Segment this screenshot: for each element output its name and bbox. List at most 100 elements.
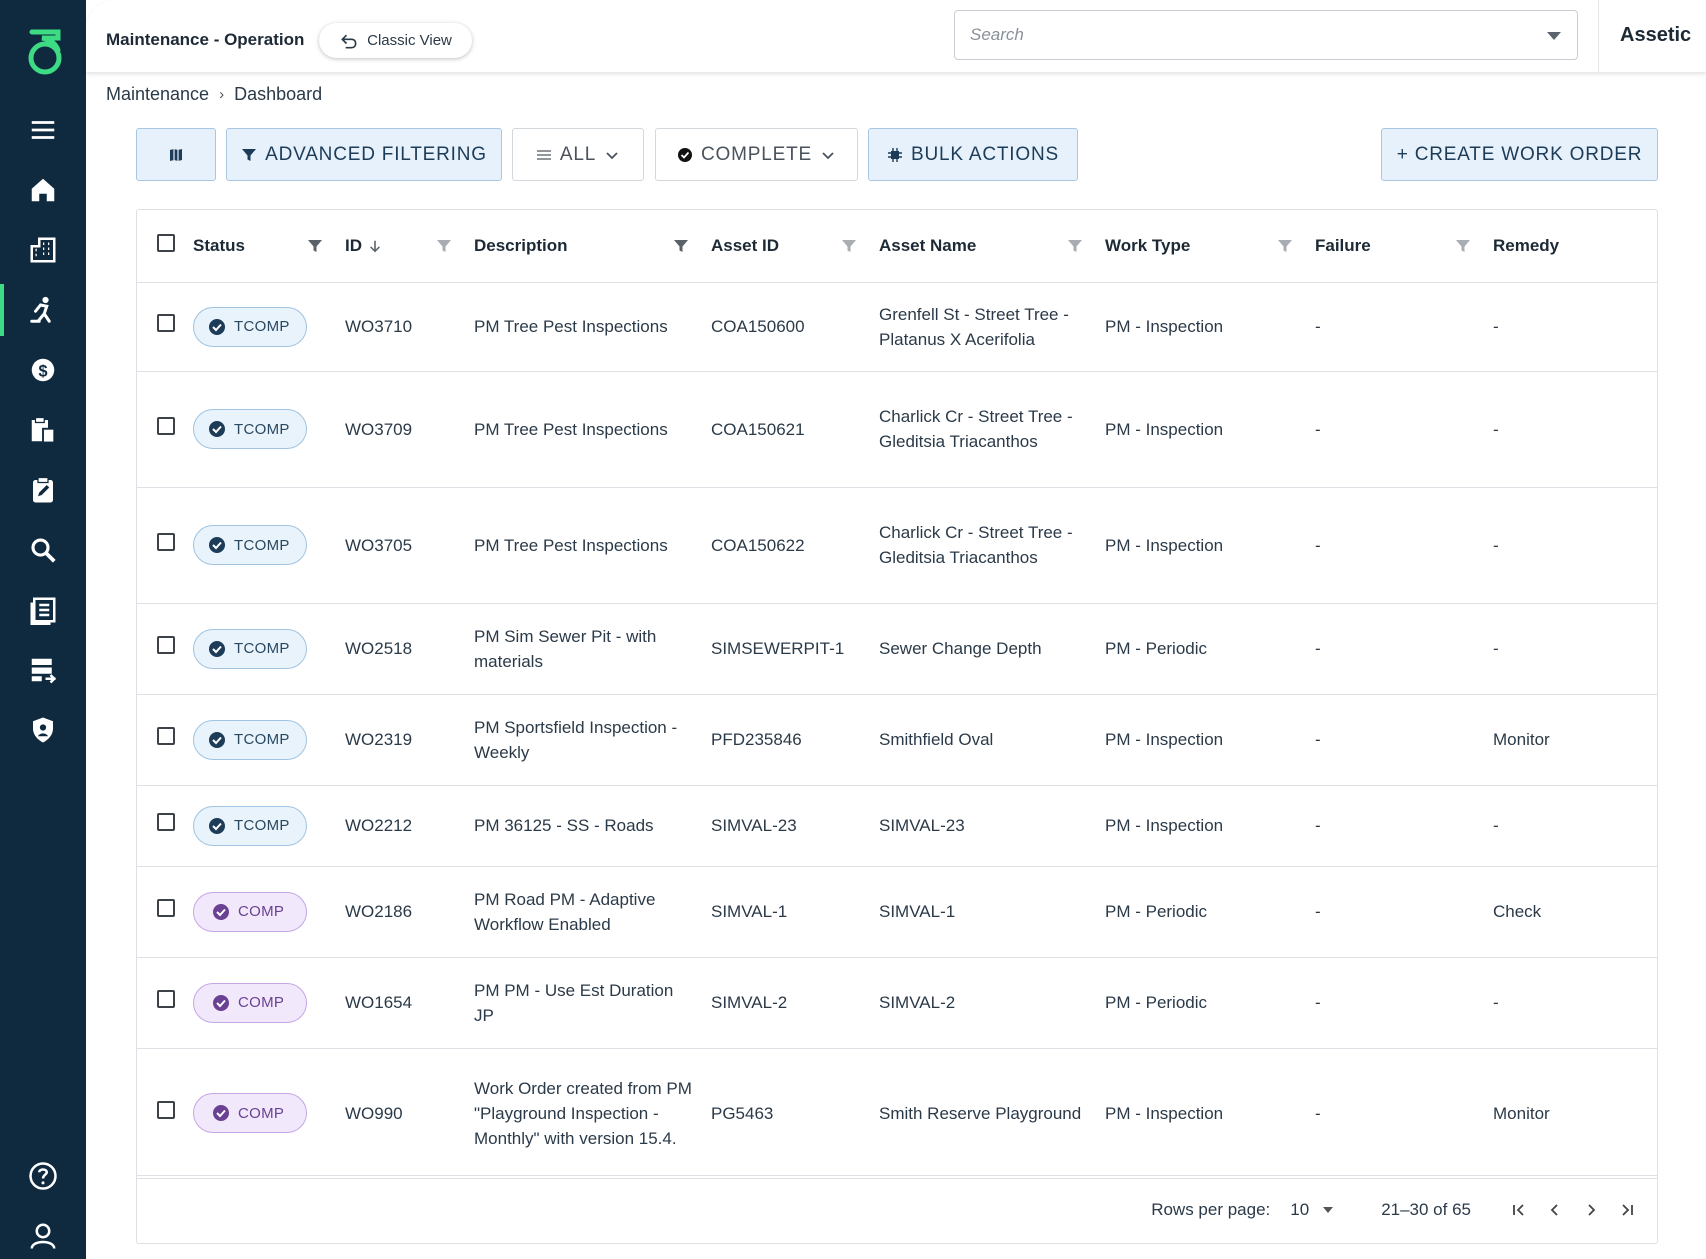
cell-id[interactable]: WO3710 [345,282,474,372]
menu-icon[interactable] [0,104,86,156]
rows-per-page-select[interactable]: 10 [1290,1199,1334,1220]
all-filter-dropdown[interactable]: ALL [512,128,644,181]
table-row[interactable]: TCOMP WO2212 PM 36125 - SS - Roads SIMVAL-2… [137,785,1657,867]
shield-icon[interactable] [0,704,86,756]
column-header-id[interactable]: ID [345,236,362,256]
row-checkbox[interactable] [157,636,175,654]
last-page-icon[interactable] [1609,1192,1645,1228]
filter-icon[interactable] [1067,238,1083,254]
table-row[interactable]: TCOMP WO3710 PM Tree Pest Inspections COA15… [137,282,1657,372]
row-checkbox[interactable] [157,314,175,332]
filter-icon[interactable] [436,238,452,254]
select-all-checkbox[interactable] [157,234,175,253]
row-checkbox[interactable] [157,1100,175,1119]
status-badge[interactable]: TCOMP [193,719,307,760]
prev-page-icon[interactable] [1537,1192,1573,1228]
advanced-filtering-button[interactable]: ADVANCED FILTERING [226,128,502,181]
column-header-work-type[interactable]: Work Type [1105,236,1190,256]
check-circle-icon [209,640,225,657]
status-badge[interactable]: TCOMP [193,525,307,565]
first-page-icon[interactable] [1501,1192,1537,1228]
table-row[interactable]: COMP WO990 Work Order created from PM "Pla… [137,1048,1657,1179]
cell-id[interactable]: WO3709 [345,371,474,488]
cell-remedy: - [1493,282,1657,372]
next-page-icon[interactable] [1573,1192,1609,1228]
filter-icon[interactable] [673,238,689,254]
table-row[interactable]: TCOMP WO3709 PM Tree Pest Inspections COA15… [137,371,1657,488]
edit-clipboard-icon[interactable] [0,464,86,516]
rows-per-page-value: 10 [1290,1199,1310,1219]
classic-view-button[interactable]: Classic View [319,23,472,58]
list-edit-icon[interactable] [0,644,86,696]
column-header-remedy[interactable]: Remedy [1493,236,1559,256]
status-badge[interactable]: COMP [193,1093,308,1133]
status-badge[interactable]: COMP [193,982,308,1023]
cell-id[interactable]: WO2212 [345,785,474,867]
row-checkbox[interactable] [157,727,175,745]
cell-description: PM Sim Sewer Pit - with materials [474,603,711,695]
sort-arrow-down-icon[interactable] [368,239,382,253]
cell-asset-name: Charlick Cr - Street Tree - Gleditsia Tr… [879,487,1105,604]
column-header-status[interactable]: Status [193,236,245,256]
status-badge[interactable]: TCOMP [193,409,307,449]
search-box[interactable] [954,10,1578,60]
cell-asset-name: Charlick Cr - Street Tree - Gleditsia Tr… [879,371,1105,488]
row-checkbox[interactable] [157,990,175,1008]
worker-icon[interactable] [0,284,86,336]
assetic-logo-icon[interactable] [24,26,66,78]
column-header-failure[interactable]: Failure [1315,236,1371,256]
finance-icon[interactable]: $ [0,344,86,396]
document-list-icon[interactable] [0,584,86,636]
filter-icon[interactable] [307,238,323,254]
row-checkbox[interactable] [157,899,175,917]
table-row[interactable]: TCOMP WO3705 PM Tree Pest Inspections COA15… [137,487,1657,604]
search-icon[interactable] [0,524,86,576]
cell-asset-id: SIMVAL-2 [711,957,879,1049]
column-header-asset-id[interactable]: Asset ID [711,236,779,256]
cell-id[interactable]: WO990 [345,1048,474,1179]
buildings-icon[interactable] [0,224,86,276]
help-icon[interactable] [0,1150,86,1202]
row-checkbox[interactable] [157,813,175,831]
cell-id[interactable]: WO1654 [345,957,474,1049]
table-row[interactable]: COMP WO1654 PM PM - Use Est Duration JP SIM… [137,957,1657,1049]
status-badge[interactable]: TCOMP [193,306,307,347]
bulk-actions-button[interactable]: BULK ACTIONS [868,128,1078,181]
create-work-order-button[interactable]: + CREATE WORK ORDER [1381,128,1658,181]
cell-id[interactable]: WO3705 [345,487,474,604]
map-view-button[interactable] [136,128,216,181]
status-badge[interactable]: TCOMP [193,628,307,669]
row-checkbox[interactable] [157,532,175,551]
cell-failure: - [1315,957,1493,1049]
complete-filter-dropdown[interactable]: COMPLETE [655,128,858,181]
row-checkbox[interactable] [157,416,175,435]
home-icon[interactable] [0,164,86,216]
cell-remedy: - [1493,957,1657,1049]
table-row[interactable]: TCOMP WO2319 PM Sportsfield Inspection - W… [137,694,1657,786]
cell-id[interactable]: WO2518 [345,603,474,695]
search-dropdown-icon[interactable] [1547,32,1561,40]
cell-asset-id: COA150622 [711,487,879,604]
search-input[interactable] [955,11,1577,59]
column-header-asset-name[interactable]: Asset Name [879,236,976,256]
cell-asset-id: PFD235846 [711,694,879,786]
cell-remedy: - [1493,487,1657,604]
cell-id[interactable]: WO2319 [345,694,474,786]
chevron-down-icon [822,151,834,159]
filter-icon[interactable] [841,238,857,254]
sidebar: $ [0,0,86,1259]
breadcrumb-current: Dashboard [234,84,323,104]
status-badge[interactable]: TCOMP [193,805,307,846]
cell-work-type: PM - Inspection [1105,694,1315,786]
user-icon[interactable] [0,1210,86,1259]
column-header-description[interactable]: Description [474,236,568,256]
filter-icon[interactable] [1277,238,1293,254]
table-row[interactable]: COMP WO2186 PM Road PM - Adaptive Workflow… [137,866,1657,958]
cell-id[interactable]: WO2186 [345,866,474,958]
status-badge[interactable]: COMP [193,891,308,932]
breadcrumb-root[interactable]: Maintenance [106,84,209,105]
cell-failure: - [1315,866,1493,958]
clipboard-building-icon[interactable] [0,404,86,456]
filter-icon[interactable] [1455,238,1471,254]
table-row[interactable]: TCOMP WO2518 PM Sim Sewer Pit - with mater… [137,603,1657,695]
